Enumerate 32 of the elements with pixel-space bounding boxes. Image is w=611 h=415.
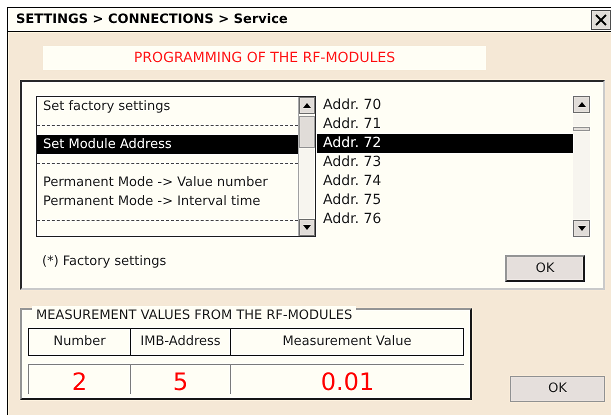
table-cell: 2: [28, 365, 130, 394]
column-header: Measurement Value: [281, 333, 413, 352]
scroll-thumb[interactable]: [573, 127, 590, 131]
column-header: IMB-Address: [131, 329, 231, 355]
column-header: Number: [29, 329, 131, 355]
close-button[interactable]: [591, 10, 611, 30]
scroll-thumb[interactable]: [299, 116, 315, 148]
scrollbar[interactable]: [298, 97, 315, 236]
list-item[interactable]: Addr. 76: [317, 210, 573, 229]
list-item[interactable]: Permanent Mode -> Value number: [37, 173, 298, 192]
footnote: (*) Factory settings: [42, 252, 166, 271]
list-item[interactable]: Addr. 70: [317, 96, 573, 115]
window-title: SETTINGS > CONNECTIONS > Service: [16, 10, 288, 29]
close-icon: [595, 14, 607, 26]
list-item[interactable]: Addr. 71: [317, 115, 573, 134]
table-cell: 0.01: [230, 365, 464, 394]
heading-banner: PROGRAMMING OF THE RF-MODULES: [43, 46, 486, 70]
list-item[interactable]: Set factory settings: [37, 97, 298, 116]
list-item[interactable]: Addr. 74: [317, 172, 573, 191]
scrollbar[interactable]: [573, 96, 590, 237]
list-item[interactable]: Addr. 73: [317, 153, 573, 172]
scroll-down-icon[interactable]: [573, 220, 590, 237]
list-item[interactable]: Set Module Address: [37, 135, 298, 154]
scroll-up-icon[interactable]: [573, 96, 590, 113]
list-item[interactable]: Addr. 72: [317, 134, 573, 153]
ok-button[interactable]: OK: [505, 255, 585, 282]
ok-button[interactable]: OK: [510, 376, 605, 402]
scroll-up-icon[interactable]: [299, 97, 315, 114]
list-item[interactable]: Permanent Mode -> Interval time: [37, 192, 298, 211]
list-item[interactable]: Addr. 75: [317, 191, 573, 210]
table-cell: 5: [130, 365, 230, 394]
scroll-down-icon[interactable]: [299, 219, 315, 236]
